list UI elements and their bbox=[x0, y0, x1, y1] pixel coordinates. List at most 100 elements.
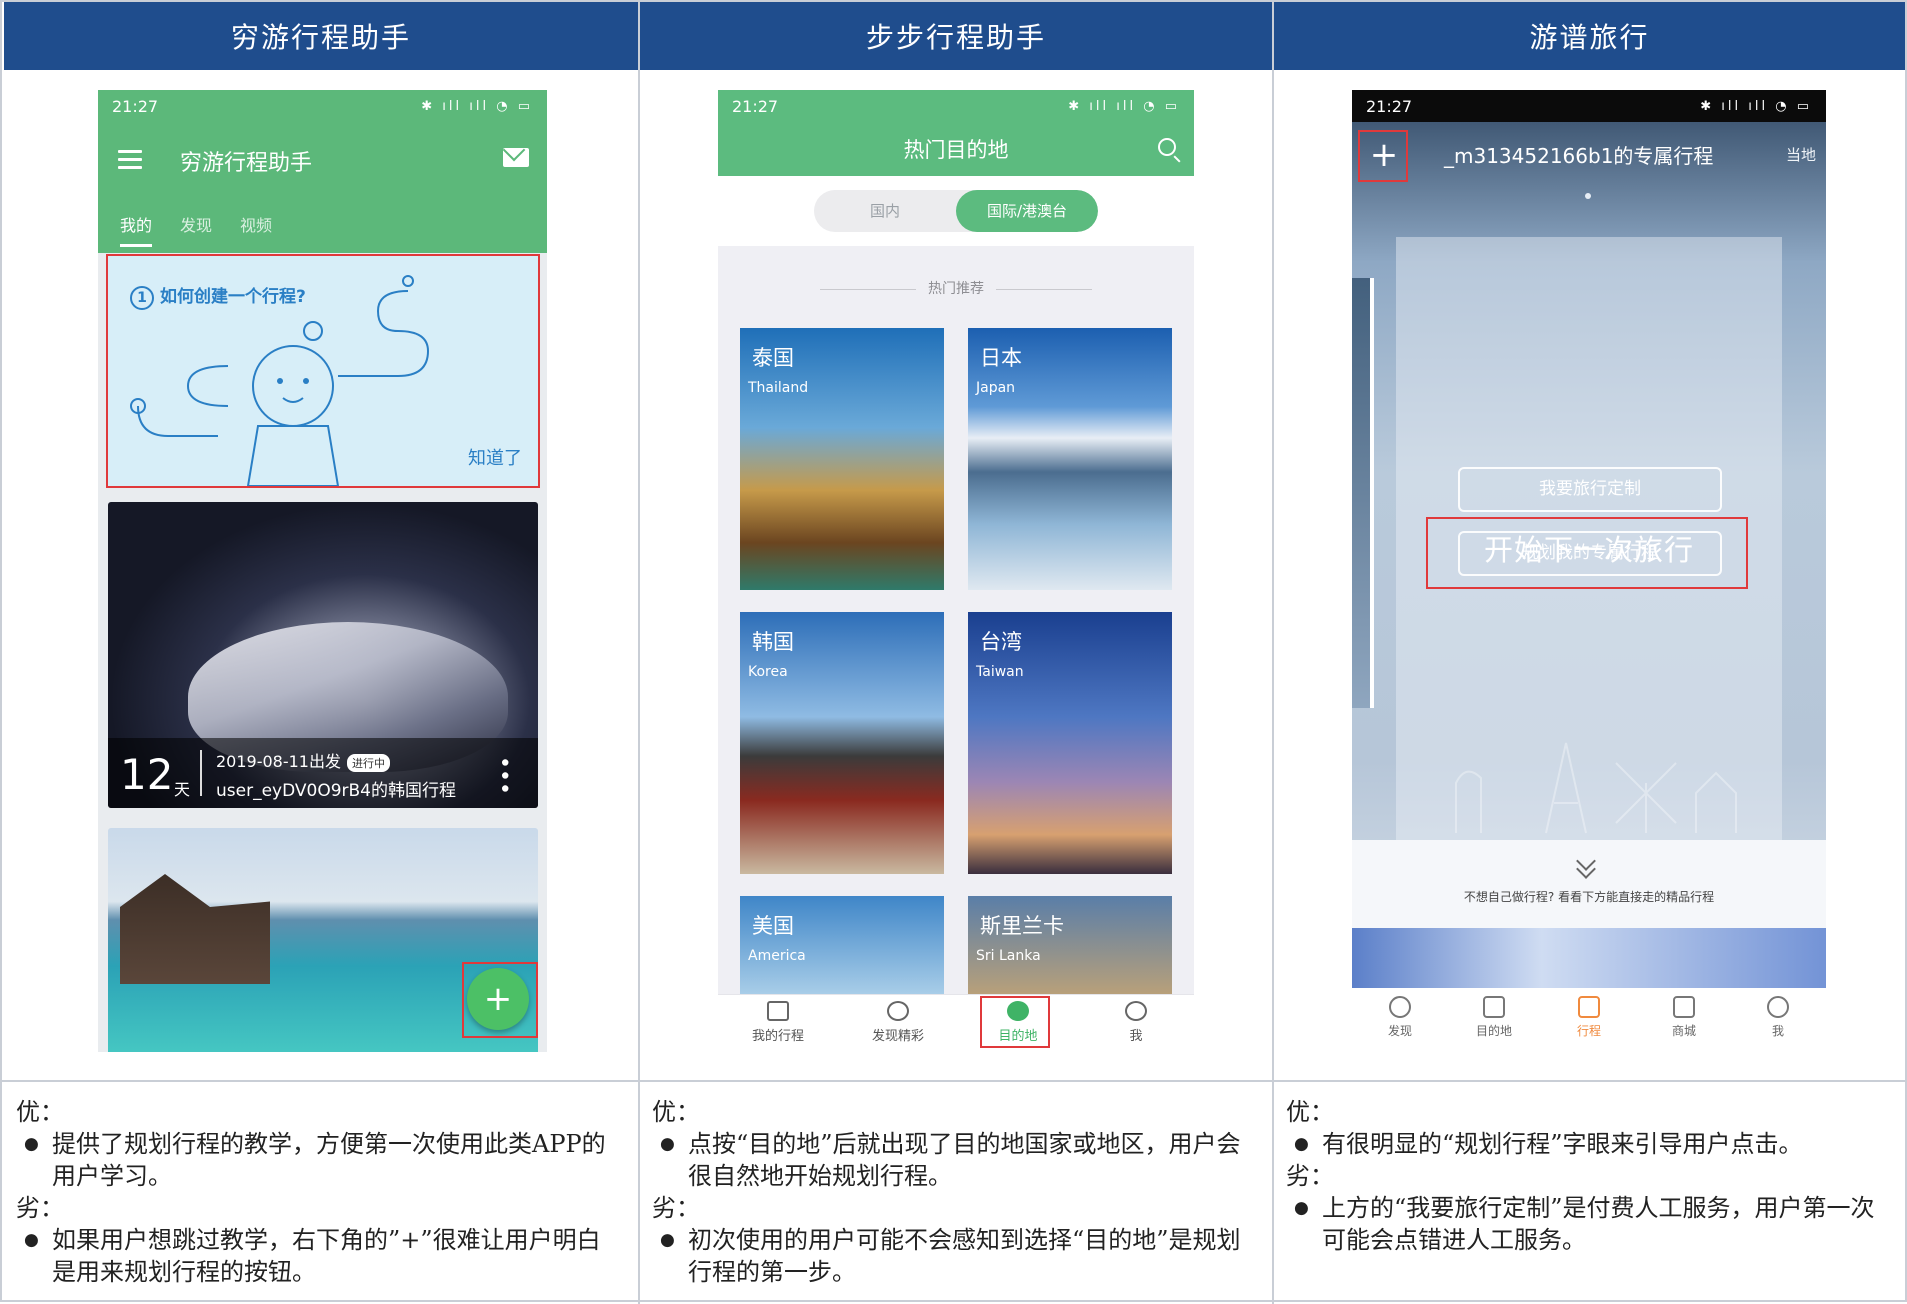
status-time: 21:27 bbox=[1366, 96, 1413, 116]
destination-name-en: Taiwan bbox=[976, 664, 1024, 680]
nav-label: 我 bbox=[1129, 1029, 1143, 1044]
trip-days: 12 bbox=[120, 750, 174, 799]
status-icons: ✱ ıll ıll ◔ ▭ bbox=[1700, 98, 1812, 114]
more-icon[interactable]: ••• bbox=[491, 756, 516, 795]
pros-label: 优： bbox=[652, 1098, 700, 1126]
trip-days-unit: 天 bbox=[174, 780, 191, 799]
page-title: 热门目的地 bbox=[903, 138, 1009, 162]
comparison-table: 穷游行程助手 步步行程助手 游谱旅行 21:27 ✱ ıll ıll ◔ ▭ 穷… bbox=[0, 0, 1907, 1304]
person-icon bbox=[1125, 1001, 1147, 1021]
section-title: 热门推荐 bbox=[718, 278, 1194, 298]
trip-info-bar: 12 天 2019-08-11出发 进行中 user_eyDV0O9rB4的韩国行… bbox=[108, 738, 538, 808]
app-title: 穷游行程助手 bbox=[180, 151, 313, 176]
column-header-qiongyou: 穷游行程助手 bbox=[4, 2, 638, 70]
trip-card[interactable]: 12 天 2019-08-11出发 进行中 user_eyDV0O9rB4的韩国行… bbox=[108, 502, 538, 808]
recommend-hint[interactable]: 不想自己做行程? 看看下方能直接走的精品行程 bbox=[1352, 840, 1826, 928]
con-item: 上方的“我要旅行定制”是付费人工服务，用户第一次可能会点错进人工服务。 bbox=[1286, 1192, 1890, 1256]
nav-label: 目的地 bbox=[1475, 1024, 1512, 1038]
search-icon bbox=[887, 1001, 909, 1021]
status-bar: 21:27 ✱ ıll ıll ◔ ▭ bbox=[1352, 90, 1826, 122]
travel-custom-button[interactable]: 我要旅行定制 bbox=[1458, 467, 1722, 512]
nav-item-discover[interactable]: 发现 bbox=[1360, 996, 1440, 1039]
landmark-icon bbox=[1483, 996, 1505, 1018]
tab-video[interactable]: 视频 bbox=[240, 212, 272, 247]
destination-name-en: America bbox=[748, 948, 806, 964]
nav-item-me[interactable]: 我 bbox=[1086, 1001, 1186, 1044]
notes-youpu: 优： 有很明显的“规划行程”字眼来引导用户点击。 劣： 上方的“我要旅行定制”是… bbox=[1286, 1096, 1890, 1256]
pro-item: 提供了规划行程的教学，方便第一次使用此类APP的用户学习。 bbox=[16, 1128, 624, 1192]
map-icon bbox=[1578, 996, 1600, 1018]
nav-item-destination[interactable]: 目的地 bbox=[1454, 996, 1534, 1039]
destination-card-taiwan[interactable]: 台湾 Taiwan bbox=[968, 612, 1172, 874]
nav-item-trips[interactable]: 行程 bbox=[1549, 996, 1629, 1039]
hint-text: 不想自己做行程? 看看下方能直接走的精品行程 bbox=[1463, 890, 1715, 904]
local-link[interactable]: 当地 bbox=[1786, 144, 1816, 165]
destination-card-korea[interactable]: 韩国 Korea bbox=[740, 612, 944, 874]
bottom-nav: 我的行程 发现精彩 目的地 我 bbox=[718, 994, 1194, 1052]
destination-card-thailand[interactable]: 泰国 Thailand bbox=[740, 328, 944, 590]
mail-icon[interactable] bbox=[503, 148, 529, 167]
water-villa-photo bbox=[120, 874, 270, 984]
status-time: 21:27 bbox=[732, 96, 779, 116]
con-item: 初次使用的用户可能不会感知到选择“目的地”是规划行程的第一步。 bbox=[652, 1224, 1258, 1288]
bottom-nav: 发现 目的地 行程 商城 我 bbox=[1352, 988, 1826, 1048]
nav-item-my-trips[interactable]: 我的行程 bbox=[728, 1001, 828, 1044]
destination-name: 泰国 bbox=[752, 346, 794, 370]
nav-label: 发现 bbox=[1387, 1024, 1412, 1038]
pro-item: 点按“目的地”后就出现了目的地国家或地区，用户会很自然地开始规划行程。 bbox=[652, 1128, 1258, 1192]
status-bar: 21:27 ✱ ıll ıll ◔ ▭ bbox=[718, 90, 1194, 122]
destination-name-en: Japan bbox=[976, 380, 1016, 396]
region-toggle: 国内 国际/港澳台 bbox=[814, 190, 1098, 232]
side-card-peek bbox=[1352, 278, 1374, 708]
nav-item-me[interactable]: 我 bbox=[1738, 996, 1818, 1039]
status-icons: ✱ ıll ıll ◔ ▭ bbox=[1068, 98, 1180, 114]
destination-card-srilanka[interactable]: 斯里兰卡 Sri Lanka bbox=[968, 896, 1172, 994]
highlight-box bbox=[1358, 130, 1408, 182]
phone-screenshot-bubu: 21:27 ✱ ıll ıll ◔ ▭ 热门目的地 国内 国际/港澳台 热门推荐… bbox=[718, 90, 1194, 1052]
landmarks-illustration bbox=[1455, 742, 1737, 834]
destination-name: 斯里兰卡 bbox=[980, 914, 1064, 938]
destination-name-en: Korea bbox=[748, 664, 788, 680]
column-divider bbox=[1272, 2, 1274, 1304]
nav-item-shop[interactable]: 商城 bbox=[1644, 996, 1724, 1039]
notes-bubu: 优： 点按“目的地”后就出现了目的地国家或地区，用户会很自然地开始规划行程。 劣… bbox=[652, 1096, 1258, 1288]
destination-name-en: Thailand bbox=[748, 380, 809, 396]
tab-bar: 我的 发现 视频 bbox=[120, 212, 272, 247]
highlight-box bbox=[1426, 517, 1748, 589]
trip-date: 2019-08-11出发 进行中 bbox=[216, 748, 390, 772]
row-divider bbox=[2, 1080, 1907, 1082]
highlight-box bbox=[462, 962, 538, 1038]
segment-domestic[interactable]: 国内 bbox=[814, 190, 956, 232]
destination-card-japan[interactable]: 日本 Japan bbox=[968, 328, 1172, 590]
column-divider bbox=[638, 2, 640, 1304]
search-icon[interactable] bbox=[1158, 138, 1176, 156]
column-header-bubu: 步步行程助手 bbox=[640, 2, 1272, 70]
destination-name: 韩国 bbox=[752, 630, 794, 654]
destination-name: 日本 bbox=[980, 346, 1022, 370]
status-time: 21:27 bbox=[112, 96, 159, 116]
person-icon bbox=[1767, 996, 1789, 1018]
cons-label: 劣： bbox=[1286, 1162, 1334, 1190]
nav-label: 行程 bbox=[1576, 1024, 1601, 1038]
destination-card-america[interactable]: 美国 America bbox=[740, 896, 944, 994]
trip-name: user_eyDV0O9rB4的韩国行程 bbox=[216, 781, 457, 801]
nav-label: 发现精彩 bbox=[871, 1029, 924, 1044]
nav-item-discover[interactable]: 发现精彩 bbox=[848, 1001, 948, 1044]
destination-name: 美国 bbox=[752, 914, 794, 938]
tab-mine[interactable]: 我的 bbox=[120, 212, 153, 247]
segment-international[interactable]: 国际/港澳台 bbox=[956, 190, 1098, 232]
page-indicator bbox=[1585, 193, 1591, 199]
divider bbox=[200, 750, 202, 796]
pro-item: 有很明显的“规划行程”字眼来引导用户点击。 bbox=[1286, 1128, 1890, 1160]
status-badge: 进行中 bbox=[347, 754, 390, 772]
archive-icon bbox=[767, 1001, 789, 1021]
destination-name: 台湾 bbox=[980, 630, 1022, 654]
featured-trip-photo[interactable] bbox=[1352, 928, 1826, 988]
menu-icon[interactable] bbox=[118, 150, 142, 170]
highlight-box bbox=[980, 996, 1050, 1048]
store-icon bbox=[1673, 996, 1695, 1018]
nav-label: 商城 bbox=[1671, 1024, 1696, 1038]
status-bar: 21:27 ✱ ıll ıll ◔ ▭ bbox=[98, 90, 547, 122]
pros-label: 优： bbox=[1286, 1098, 1334, 1126]
tab-discover[interactable]: 发现 bbox=[180, 212, 212, 247]
